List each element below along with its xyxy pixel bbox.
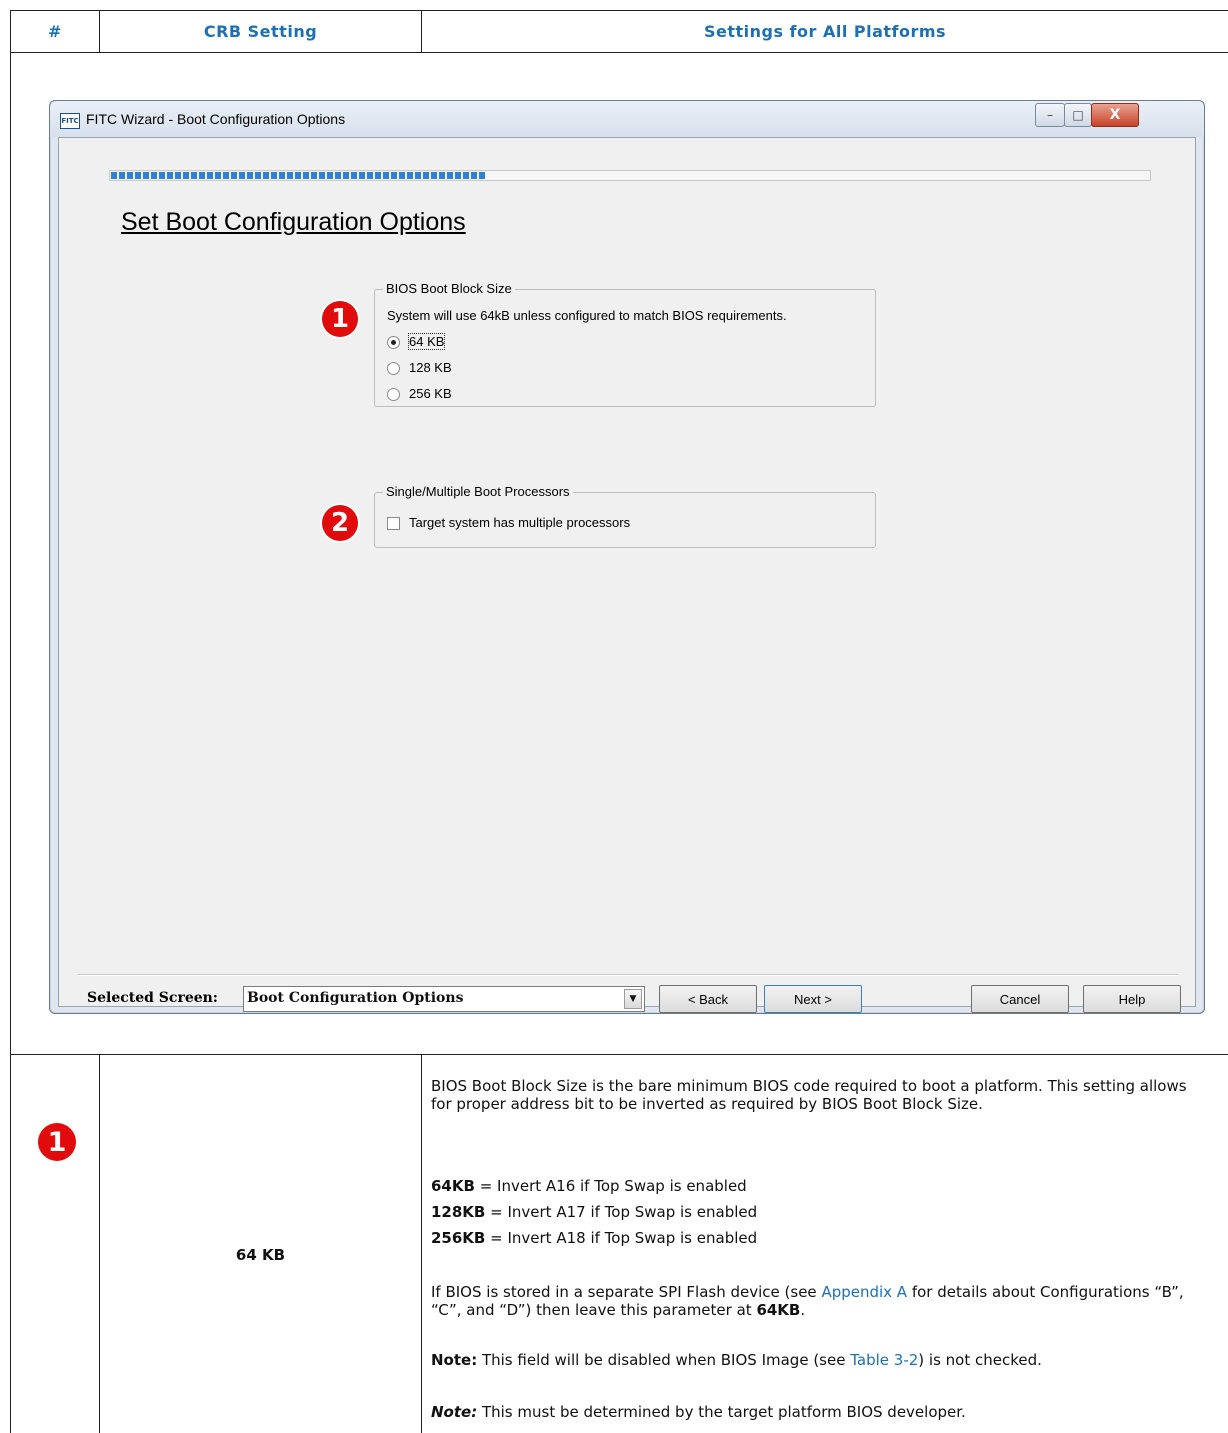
para2-text-a: If BIOS is stored in a separate SPI Flas… xyxy=(431,1283,822,1301)
row1-item-256kb: 256KB = Invert A18 if Top Swap is enable… xyxy=(431,1229,1211,1247)
fitc-app-icon: FITC xyxy=(60,113,80,129)
row1-item-64kb: 64KB = Invert A16 if Top Swap is enabled xyxy=(431,1177,1211,1195)
table-border-left xyxy=(10,10,11,1433)
item-128kb-label: 128KB xyxy=(431,1203,486,1221)
item-256kb-text: = Invert A18 if Top Swap is enabled xyxy=(485,1229,758,1247)
footer-separator xyxy=(77,974,1179,976)
row1-note-disabled: Note: This field will be disabled when B… xyxy=(431,1351,1221,1369)
wizard-progress-bar xyxy=(109,170,1151,181)
header-row-bottom xyxy=(10,52,1228,53)
next-button[interactable]: Next > xyxy=(764,985,862,1013)
fitc-wizard-window: FITC FITC Wizard - Boot Configuration Op… xyxy=(49,100,1205,1014)
item-256kb-label: 256KB xyxy=(431,1229,486,1247)
radio-128kb[interactable] xyxy=(387,362,400,375)
note2-text: This must be determined by the target pl… xyxy=(477,1403,966,1421)
window-title: FITC Wizard - Boot Configuration Options xyxy=(86,111,346,127)
row1-divider-1 xyxy=(99,1054,100,1433)
back-button[interactable]: < Back xyxy=(659,985,757,1013)
selected-screen-label: Selected Screen: xyxy=(87,990,218,1006)
row-marker-1: 1 xyxy=(38,1123,76,1161)
selected-screen-value: Boot Configuration Options xyxy=(247,990,464,1006)
table-3-2-link[interactable]: Table 3-2 xyxy=(850,1351,918,1369)
row1-setting-value: 64 KB xyxy=(235,1246,286,1264)
table-header-settings-all-platforms: Settings for All Platforms xyxy=(703,21,947,41)
para2-text-c: . xyxy=(800,1301,806,1319)
item-128kb-text: = Invert A17 if Top Swap is enabled xyxy=(485,1203,758,1221)
row1-item-128kb: 128KB = Invert A17 if Top Swap is enable… xyxy=(431,1203,1211,1221)
item-64kb-label: 64KB xyxy=(431,1177,475,1195)
note1-label: Note: xyxy=(431,1351,478,1369)
cancel-button[interactable]: Cancel xyxy=(971,985,1069,1013)
row1-divider-2 xyxy=(421,1054,422,1433)
minimize-button[interactable]: – xyxy=(1035,103,1065,127)
item-64kb-text: = Invert A16 if Top Swap is enabled xyxy=(474,1177,747,1195)
page-title: Set Boot Configuration Options xyxy=(121,208,466,236)
callout-marker-2: 2 xyxy=(322,505,358,541)
radio-128kb-label[interactable]: 128 KB xyxy=(409,360,452,375)
callout-marker-1: 1 xyxy=(322,301,358,337)
table-header-crb-setting: CRB Setting xyxy=(203,21,318,41)
para2-bold: 64KB xyxy=(756,1301,801,1319)
window-title-bar[interactable]: FITC FITC Wizard - Boot Configuration Op… xyxy=(50,101,1204,137)
boot-block-note: System will use 64kB unless configured t… xyxy=(387,308,787,323)
chevron-down-icon[interactable]: ▼ xyxy=(624,989,642,1009)
close-button[interactable]: X xyxy=(1091,103,1139,127)
bios-boot-block-size-group: BIOS Boot Block Size System will use 64k… xyxy=(374,281,876,407)
note1-text-a: This field will be disabled when BIOS Im… xyxy=(477,1351,851,1369)
row1-separate-flash-para: If BIOS is stored in a separate SPI Flas… xyxy=(431,1283,1211,1319)
boot-processors-legend: Single/Multiple Boot Processors xyxy=(383,484,573,499)
row1-intro: BIOS Boot Block Size is the bare minimum… xyxy=(431,1077,1187,1113)
boot-processors-group: Single/Multiple Boot Processors Target s… xyxy=(374,484,876,548)
maximize-button[interactable]: □ xyxy=(1064,103,1092,127)
radio-256kb[interactable] xyxy=(387,388,400,401)
radio-256kb-label[interactable]: 256 KB xyxy=(409,386,452,401)
table-header-number: # xyxy=(48,21,62,41)
wizard-progress-fill xyxy=(111,172,485,179)
radio-64kb-label[interactable]: 64 KB xyxy=(407,333,446,350)
bios-boot-block-size-legend: BIOS Boot Block Size xyxy=(383,281,515,296)
multiple-processors-label[interactable]: Target system has multiple processors xyxy=(409,515,630,530)
selected-screen-dropdown[interactable]: Boot Configuration Options ▼ xyxy=(243,986,645,1012)
screenshot-row-bottom xyxy=(10,1054,1228,1055)
note2-label: Note: xyxy=(431,1403,478,1421)
row1-note-developer: Note: This must be determined by the tar… xyxy=(431,1403,1211,1421)
appendix-a-link[interactable]: Appendix A xyxy=(821,1283,907,1301)
help-button[interactable]: Help xyxy=(1083,985,1181,1013)
multiple-processors-checkbox[interactable] xyxy=(387,517,400,530)
note1-text-b: ) is not checked. xyxy=(918,1351,1042,1369)
wizard-body: Set Boot Configuration Options 1 BIOS Bo… xyxy=(58,137,1196,1013)
radio-64kb[interactable] xyxy=(387,336,400,349)
